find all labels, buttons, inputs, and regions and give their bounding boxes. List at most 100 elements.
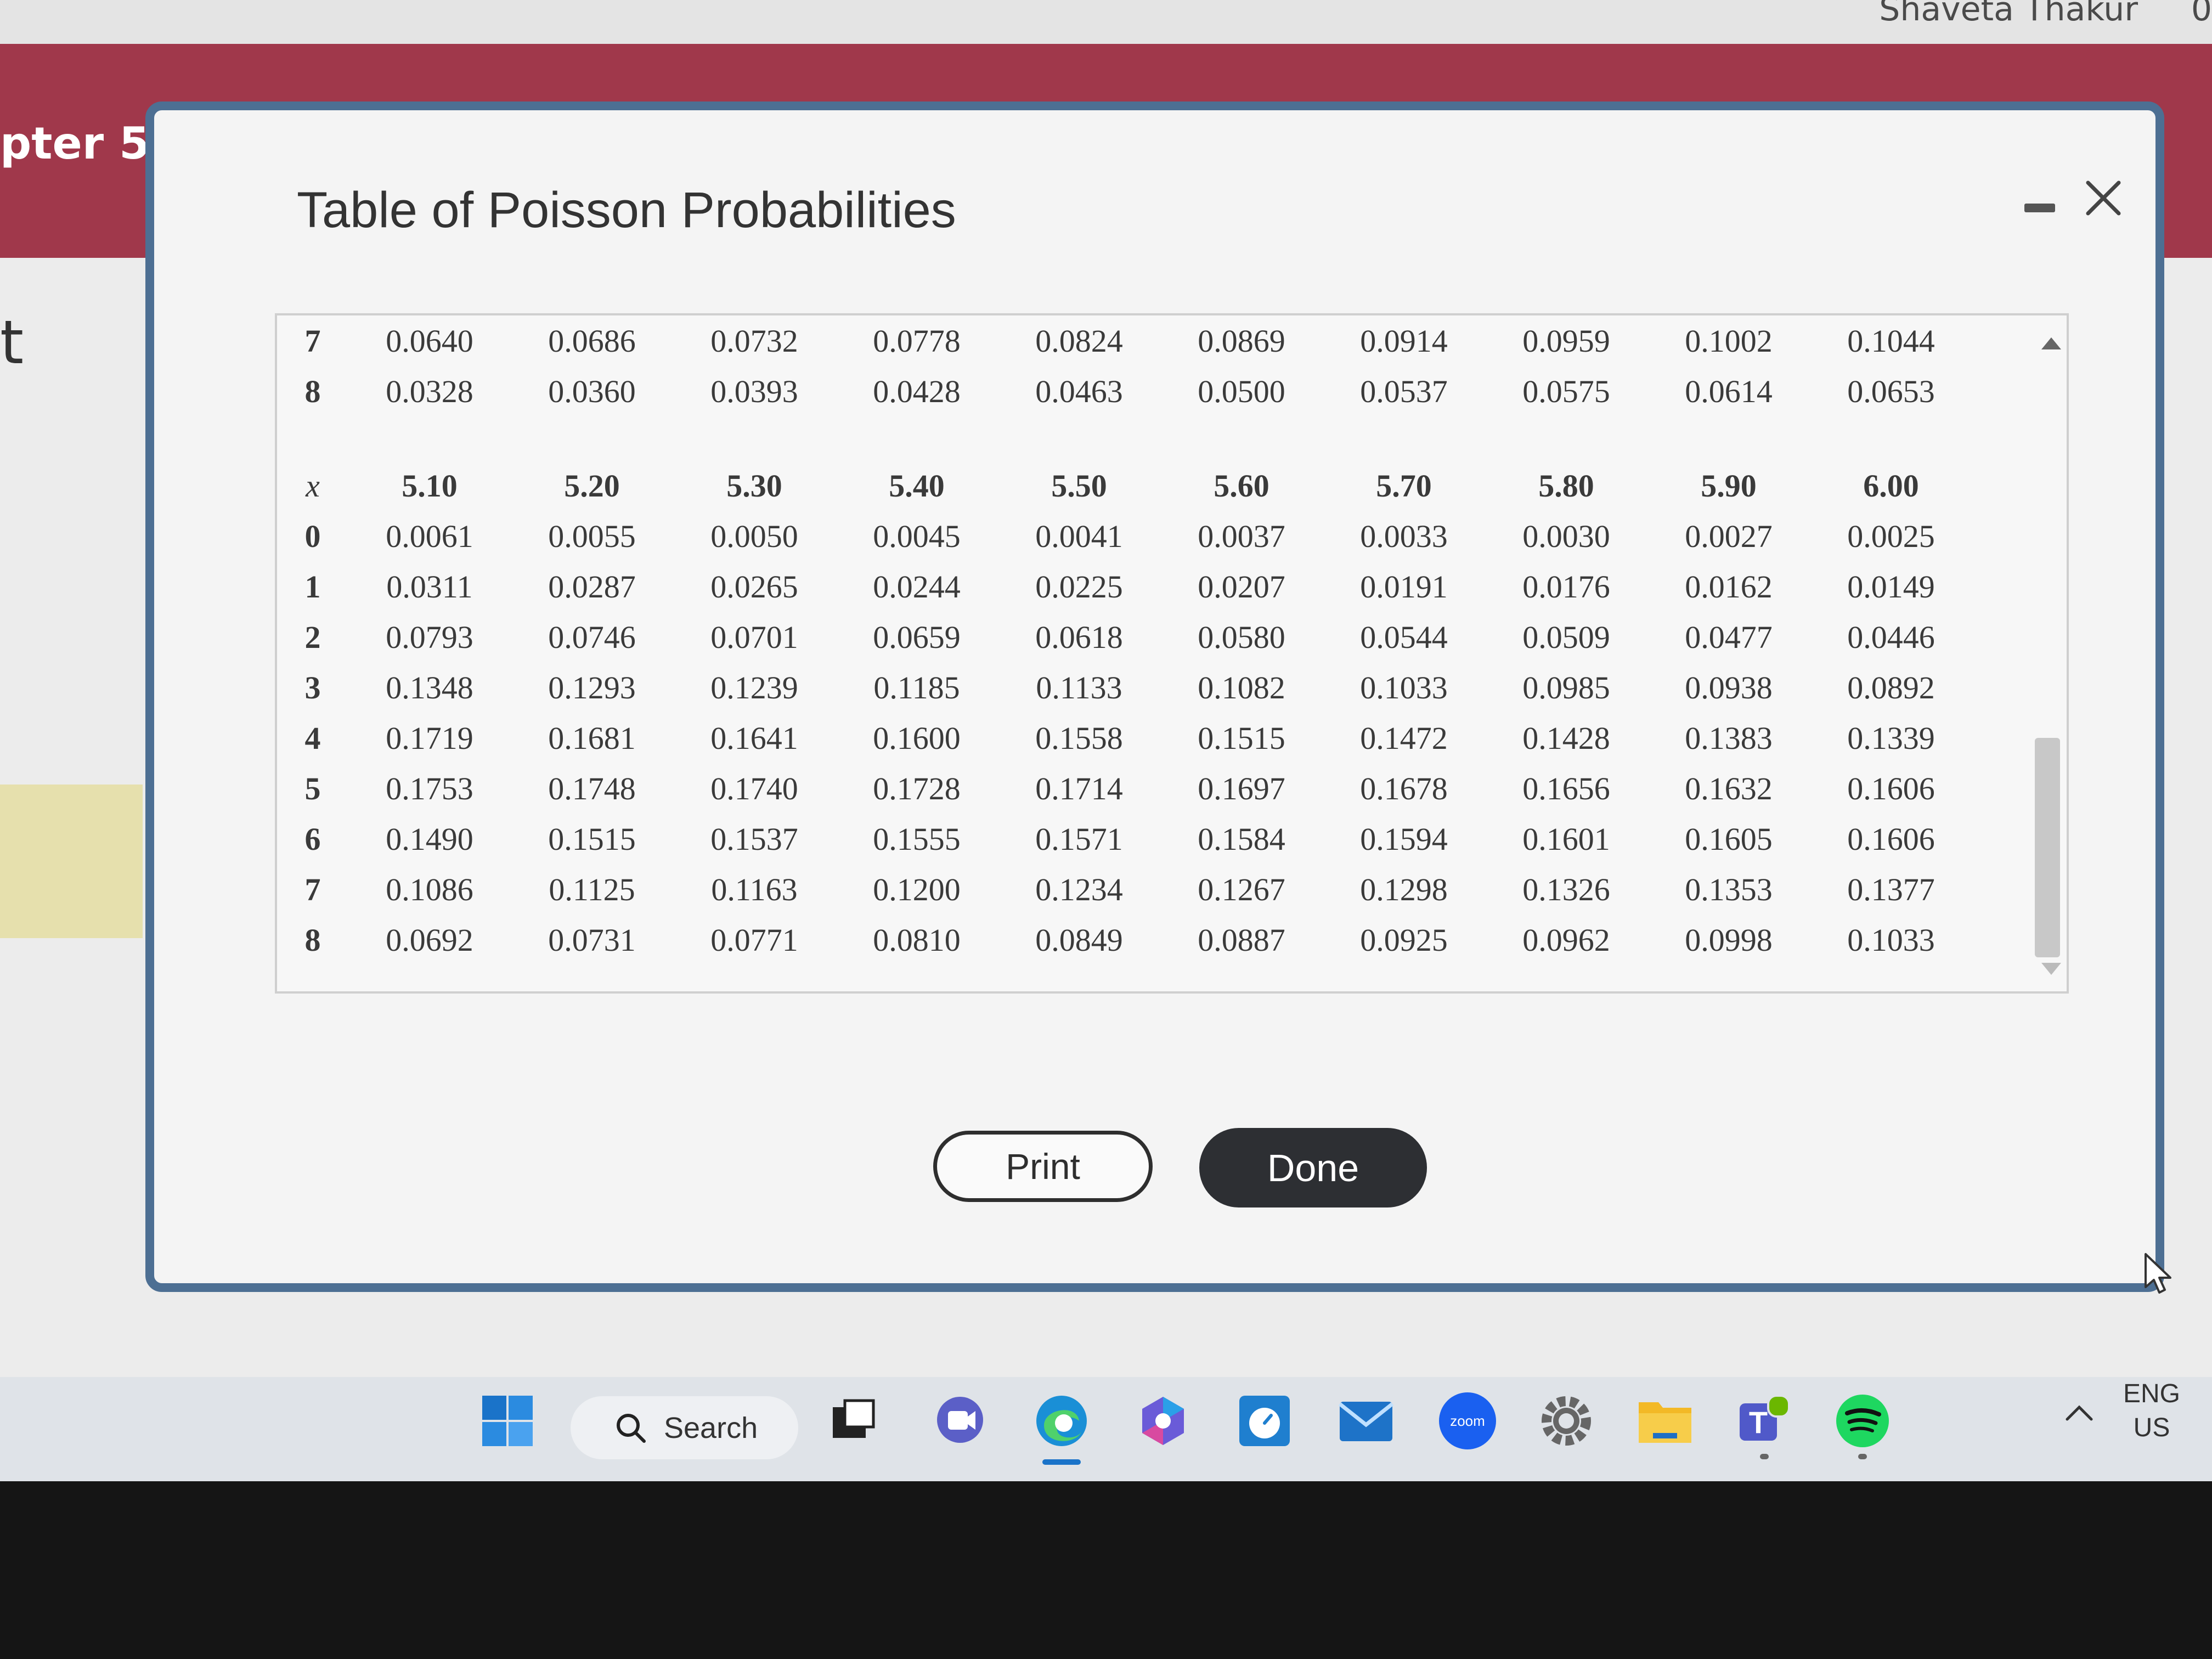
probability-cell: 0.0692 [386, 922, 473, 958]
chat-icon [937, 1397, 983, 1443]
zoom-button[interactable]: zoom [1437, 1391, 1498, 1451]
probability-cell: 0.0033 [1360, 518, 1448, 554]
probability-cell: 0.0050 [710, 518, 798, 554]
probability-cell: 0.1641 [710, 720, 798, 756]
laptop-bezel [0, 1481, 2212, 1659]
probability-cell: 0.1163 [711, 871, 798, 907]
file-explorer-button[interactable] [1635, 1391, 1695, 1451]
page-letter: t [0, 307, 24, 377]
table-row: 7 0.0640 0.0686 0.0732 0.0778 0.0824 0.0869 0.0… [277, 315, 1972, 366]
close-button[interactable] [2081, 176, 2125, 220]
lambda-header-cell: 5.10 [402, 467, 458, 504]
teams-running-indicator [1760, 1454, 1769, 1459]
x-cell: 2 [304, 619, 321, 655]
print-button[interactable]: Print [933, 1131, 1153, 1202]
probability-cell: 0.0037 [1198, 518, 1285, 554]
probability-cell: 0.0824 [1035, 323, 1123, 359]
probability-cell: 0.1293 [548, 669, 636, 706]
active-app-indicator [1042, 1459, 1081, 1465]
done-button[interactable]: Done [1199, 1128, 1427, 1207]
probability-cell: 0.0653 [1847, 373, 1935, 409]
vertical-scrollbar[interactable] [2034, 315, 2067, 991]
probability-cell: 0.0537 [1360, 373, 1448, 409]
probability-cell: 0.0311 [386, 568, 473, 605]
probability-cell: 0.1740 [710, 770, 798, 806]
probability-cell: 0.0055 [548, 518, 636, 554]
probability-cell: 0.0393 [710, 373, 798, 409]
probability-cell: 0.0575 [1522, 373, 1610, 409]
probability-cell: 0.0778 [873, 323, 961, 359]
table-row: 3 0.1348 0.1293 0.1239 0.1185 0.1133 0.1082 0.1… [277, 662, 1972, 713]
probability-cell: 0.1002 [1685, 323, 1773, 359]
probability-cell: 0.1584 [1198, 821, 1285, 857]
probability-cell: 0.0640 [386, 323, 473, 359]
probability-cell: 0.0500 [1198, 373, 1285, 409]
probability-cell: 0.1632 [1685, 770, 1773, 806]
x-cell: 0 [304, 518, 321, 554]
probability-cell: 0.0509 [1522, 619, 1610, 655]
mail-button[interactable] [1336, 1391, 1396, 1451]
probability-cell: 0.0225 [1035, 568, 1123, 605]
x-cell [277, 416, 348, 460]
probability-cell: 0.0463 [1035, 373, 1123, 409]
probability-cell: 0.1348 [386, 669, 473, 706]
task-view-icon [833, 1399, 875, 1438]
probability-cell: 0.0938 [1685, 669, 1773, 706]
minimize-icon [2024, 204, 2055, 212]
probability-cell: 0.0959 [1522, 323, 1610, 359]
probability-cell: 0.1753 [386, 770, 473, 806]
probability-cell: 0.1605 [1685, 821, 1773, 857]
copilot-icon [1142, 1397, 1184, 1445]
minimize-button[interactable] [2023, 193, 2057, 223]
probability-cell: 0.1678 [1360, 770, 1448, 806]
probability-cell: 0.0925 [1360, 922, 1448, 958]
probability-cell: 0.0746 [548, 619, 636, 655]
probability-cell: 0.1594 [1360, 821, 1448, 857]
probability-cell: 0.1033 [1847, 922, 1935, 958]
probability-cell: 0.1555 [873, 821, 961, 857]
x-cell: 7 [304, 323, 321, 359]
lambda-header-cell: 5.50 [1051, 467, 1107, 504]
table-row: 5 0.1753 0.1748 0.1740 0.1728 0.1714 0.1697 0.1… [277, 763, 1972, 814]
probability-cell [673, 416, 836, 460]
probability-cell: 0.1185 [873, 669, 960, 706]
probability-cell: 0.0287 [548, 568, 636, 605]
x-cell: 3 [304, 669, 321, 706]
chat-button[interactable] [930, 1391, 990, 1451]
probability-cell: 0.0477 [1685, 619, 1773, 655]
settings-button[interactable] [1536, 1391, 1596, 1451]
table-row: 8 0.0328 0.0360 0.0393 0.0428 0.0463 0.0500 0.0… [277, 366, 1972, 416]
scroll-up-arrow-icon[interactable] [2041, 337, 2061, 349]
probability-cell [1485, 416, 1647, 460]
language-indicator[interactable]: ENG US [2123, 1377, 2180, 1445]
probability-cell: 0.1719 [386, 720, 473, 756]
x-cell: 7 [304, 871, 321, 907]
spotify-button[interactable] [1832, 1391, 1893, 1451]
table-row: 4 0.1719 0.1681 0.1641 0.1600 0.1558 0.1515 0.1… [277, 713, 1972, 763]
probability-cell: 0.0810 [873, 922, 961, 958]
scroll-down-arrow-icon[interactable] [2041, 963, 2061, 975]
probability-cell [511, 416, 673, 460]
probability-cell: 0.1234 [1035, 871, 1123, 907]
table-row: x 5.10 5.20 5.30 5.40 5.50 5.60 5.70 5.80 5.90 6.0… [277, 460, 1972, 511]
probability-cell: 0.1601 [1522, 821, 1610, 857]
probability-cell: 0.0162 [1685, 568, 1773, 605]
scroll-thumb[interactable] [2035, 738, 2060, 957]
copilot-button[interactable] [1133, 1391, 1193, 1451]
teams-button[interactable]: T [1734, 1391, 1794, 1451]
search-icon [617, 1413, 646, 1443]
task-view-button[interactable] [823, 1391, 883, 1451]
mouse-cursor-icon [2145, 1253, 2171, 1294]
windows-start-icon [482, 1396, 533, 1446]
edge-button[interactable] [1031, 1391, 1092, 1451]
edge-icon [1036, 1396, 1087, 1446]
windows-start-button[interactable] [477, 1391, 538, 1451]
taskbar-search[interactable]: Search [571, 1396, 798, 1459]
probability-cell: 0.1082 [1198, 669, 1285, 706]
chevron-up-icon[interactable] [2063, 1402, 2096, 1424]
poisson-table: 7 0.0640 0.0686 0.0732 0.0778 0.0824 0.0869 0.0… [277, 315, 1972, 965]
probability-cell: 0.0659 [873, 619, 961, 655]
table-scroll-area[interactable]: 7 0.0640 0.0686 0.0732 0.0778 0.0824 0.0869 0.0… [275, 313, 2069, 994]
probability-cell: 0.0849 [1035, 922, 1123, 958]
clock-app-button[interactable] [1234, 1391, 1295, 1451]
